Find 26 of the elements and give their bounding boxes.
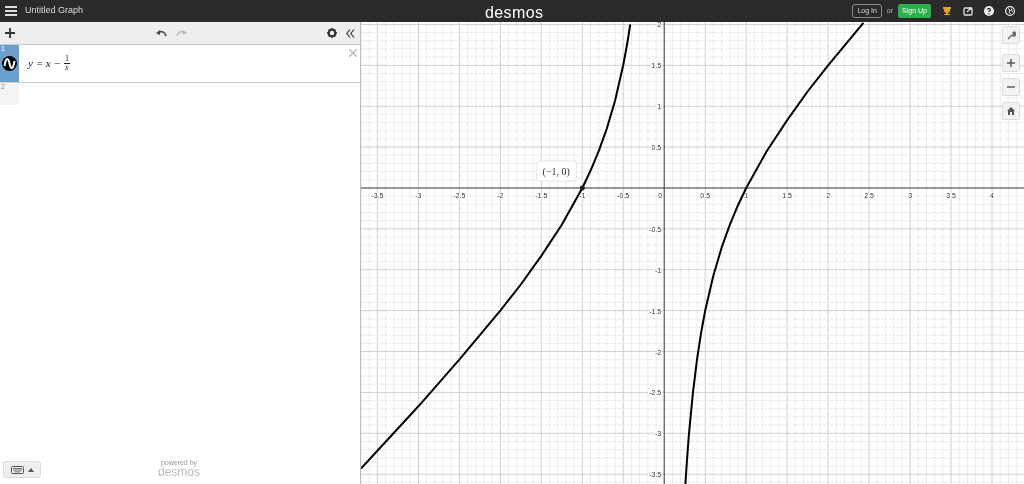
home-button[interactable] — [1002, 102, 1020, 120]
zoom-in-button[interactable] — [1002, 54, 1020, 72]
share-icon[interactable] — [963, 6, 973, 16]
point[interactable] — [579, 185, 585, 191]
graph-title[interactable]: Untitled Graph — [25, 4, 84, 18]
settings-wrench-button[interactable] — [1002, 26, 1020, 44]
keyboard-button[interactable] — [3, 461, 41, 478]
point-label: (−1, 0) — [535, 160, 577, 182]
home-icon — [1007, 107, 1015, 115]
collapse-icon[interactable] — [346, 28, 355, 38]
add-icon[interactable] — [5, 28, 15, 38]
logo: desmos — [485, 3, 544, 23]
caret-icon — [27, 467, 34, 472]
graph-style-icon[interactable] — [2, 56, 17, 71]
wrench-icon — [1006, 30, 1016, 40]
help-icon[interactable] — [984, 6, 994, 16]
zoom-out-button[interactable] — [1002, 78, 1020, 96]
trophy-icon[interactable] — [942, 6, 952, 16]
keyboard-icon — [10, 465, 24, 474]
settings-icon[interactable] — [327, 28, 337, 38]
menu-icon[interactable] — [5, 6, 17, 16]
plus-icon — [1007, 59, 1015, 67]
minus-icon — [1007, 83, 1015, 91]
globe-icon[interactable] — [1005, 6, 1015, 16]
undo-icon[interactable] — [156, 29, 167, 37]
annotation: (−1, 0) — [542, 165, 570, 178]
